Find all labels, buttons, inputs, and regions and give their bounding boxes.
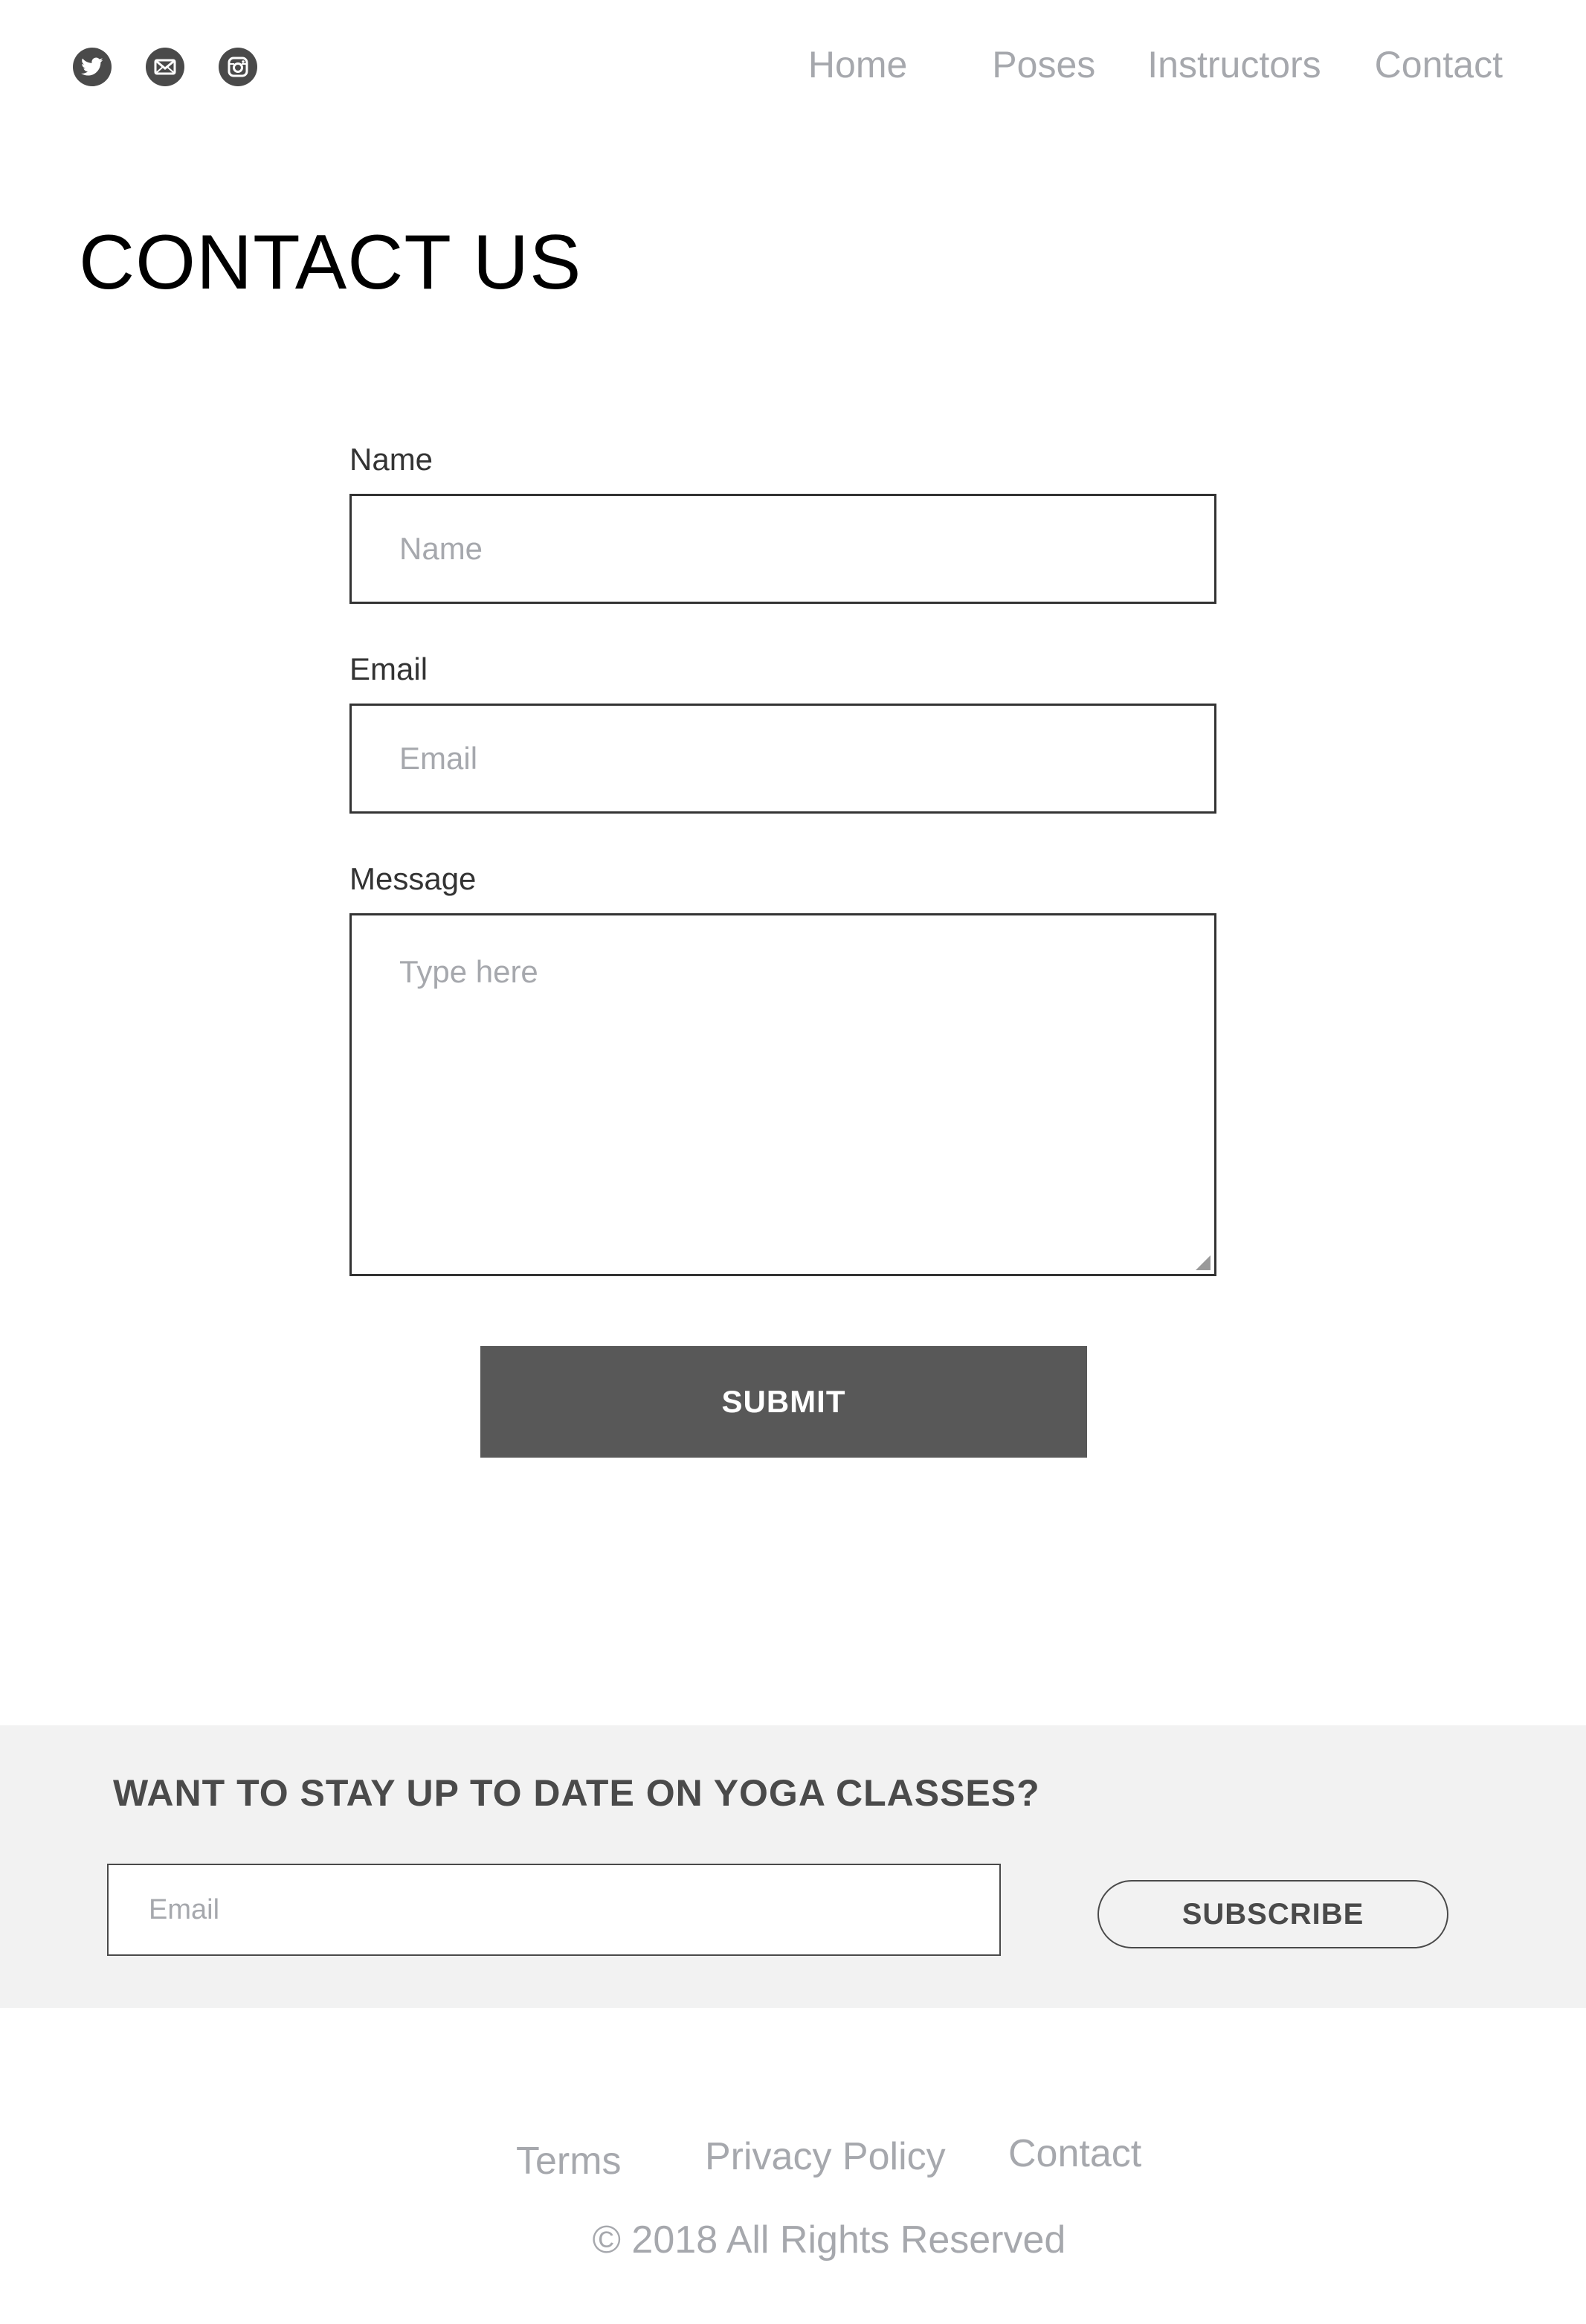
nav-poses-link[interactable]: Poses bbox=[992, 43, 1095, 86]
submit-button[interactable]: SUBMIT bbox=[480, 1346, 1087, 1458]
name-label: Name bbox=[349, 442, 433, 477]
nav-instructors-link[interactable]: Instructors bbox=[1147, 43, 1321, 86]
nav-home-link[interactable]: Home bbox=[808, 43, 907, 86]
subscribe-button[interactable]: SUBSCRIBE bbox=[1097, 1880, 1448, 1948]
twitter-icon[interactable] bbox=[73, 48, 112, 86]
resize-handle[interactable] bbox=[1196, 1255, 1211, 1270]
email-label: Email bbox=[349, 651, 428, 686]
message-textarea[interactable] bbox=[349, 913, 1216, 1276]
footer-contact-link[interactable]: Contact bbox=[1008, 2131, 1141, 2176]
newsletter-section: WANT TO STAY UP TO DATE ON YOGA CLASSES?… bbox=[0, 1725, 1586, 2008]
form-spacer bbox=[349, 814, 1216, 860]
mail-icon[interactable] bbox=[146, 48, 184, 86]
newsletter-title: WANT TO STAY UP TO DATE ON YOGA CLASSES? bbox=[113, 1772, 1040, 1814]
footer-terms-link[interactable]: Terms bbox=[516, 2139, 622, 2183]
email-input[interactable] bbox=[349, 704, 1216, 814]
contact-form: Name Email Message bbox=[349, 440, 1216, 1276]
message-label: Message bbox=[349, 861, 477, 896]
footer-privacy-link[interactable]: Privacy Policy bbox=[705, 2134, 946, 2179]
name-input[interactable] bbox=[349, 494, 1216, 604]
nav-contact-link[interactable]: Contact bbox=[1375, 43, 1503, 86]
instagram-icon[interactable] bbox=[219, 48, 257, 86]
footer-links: Terms Privacy Policy Contact bbox=[0, 2131, 1586, 2183]
message-wrapper bbox=[349, 913, 1216, 1276]
social-links bbox=[73, 48, 257, 86]
newsletter-email-input[interactable] bbox=[107, 1864, 1001, 1956]
form-spacer bbox=[349, 604, 1216, 650]
page-title: CONTACT US bbox=[79, 219, 582, 306]
copyright-text: © 2018 All Rights Reserved bbox=[592, 2218, 1066, 2262]
main-nav: Home Poses Instructors Contact bbox=[808, 43, 1503, 86]
